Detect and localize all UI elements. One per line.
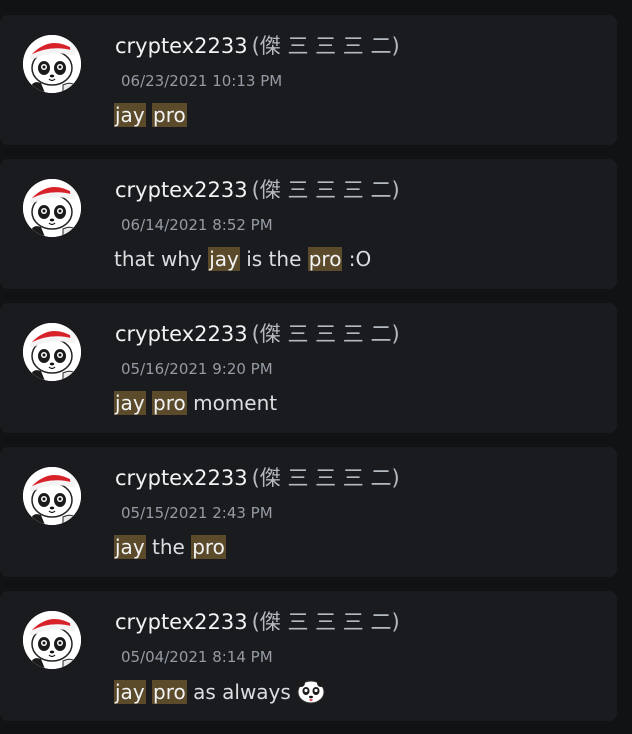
message-text: the [145,535,192,559]
search-result-card[interactable]: cryptex2233 (傑 三 三 三 二) 06/23/2021 10:13 … [0,15,617,145]
avatar[interactable] [23,179,81,237]
nickname: (傑 三 三 三 二) [251,322,400,346]
nickname: (傑 三 三 三 二) [251,466,400,490]
message-content: jay pro moment [114,389,277,417]
timestamp: 06/14/2021 8:52 PM [121,216,273,234]
search-highlight: pro [307,247,343,271]
message-text: as always [186,680,291,704]
timestamp: 06/23/2021 10:13 PM [121,72,283,90]
message-content: that why jay is the pro :O [114,245,371,273]
author-line: cryptex2233 (傑 三 三 三 二) [115,608,400,636]
avatar[interactable] [23,467,81,525]
search-highlight: pro [191,535,226,559]
author-line: cryptex2233 (傑 三 三 三 二) [115,176,400,204]
timestamp: 05/15/2021 2:43 PM [121,504,273,522]
username[interactable]: cryptex2233 [115,178,248,202]
username[interactable]: cryptex2233 [115,466,248,490]
search-highlight: jay [114,391,146,415]
search-results-list: cryptex2233 (傑 三 三 三 二) 06/23/2021 10:13 … [0,0,632,734]
message-text: :O [342,247,372,271]
author-line: cryptex2233 (傑 三 三 三 二) [115,320,400,348]
avatar[interactable] [23,611,81,669]
search-highlight: pro [152,391,187,415]
search-highlight: jay [114,680,146,704]
author-line: cryptex2233 (傑 三 三 三 二) [115,464,400,492]
search-highlight: pro [152,680,187,704]
author-line: cryptex2233 (傑 三 三 三 二) [115,32,400,60]
nickname: (傑 三 三 三 二) [251,34,400,58]
search-highlight: jay [208,247,240,271]
search-highlight: pro [152,103,187,127]
message-text: moment [186,391,278,415]
username[interactable]: cryptex2233 [115,610,248,634]
nickname: (傑 三 三 三 二) [251,178,400,202]
panda-emoji[interactable] [295,677,327,705]
username[interactable]: cryptex2233 [115,34,248,58]
message-text: that why [114,247,209,271]
search-result-card[interactable]: cryptex2233 (傑 三 三 三 二) 05/04/2021 8:14 P… [0,591,617,721]
nickname: (傑 三 三 三 二) [251,610,400,634]
search-result-card[interactable]: cryptex2233 (傑 三 三 三 二) 05/15/2021 2:43 P… [0,447,617,577]
avatar[interactable] [23,323,81,381]
avatar[interactable] [23,35,81,93]
message-content: jay pro [114,101,187,129]
timestamp: 05/16/2021 9:20 PM [121,360,273,378]
message-text: is the [239,247,308,271]
username[interactable]: cryptex2233 [115,322,248,346]
search-highlight: jay [114,103,146,127]
search-result-card[interactable]: cryptex2233 (傑 三 三 三 二) 06/14/2021 8:52 P… [0,159,617,289]
message-content: jay pro as always [114,677,327,706]
message-content: jay the pro [114,533,226,561]
timestamp: 05/04/2021 8:14 PM [121,648,273,666]
search-highlight: jay [114,535,146,559]
search-result-card[interactable]: cryptex2233 (傑 三 三 三 二) 05/16/2021 9:20 P… [0,303,617,433]
